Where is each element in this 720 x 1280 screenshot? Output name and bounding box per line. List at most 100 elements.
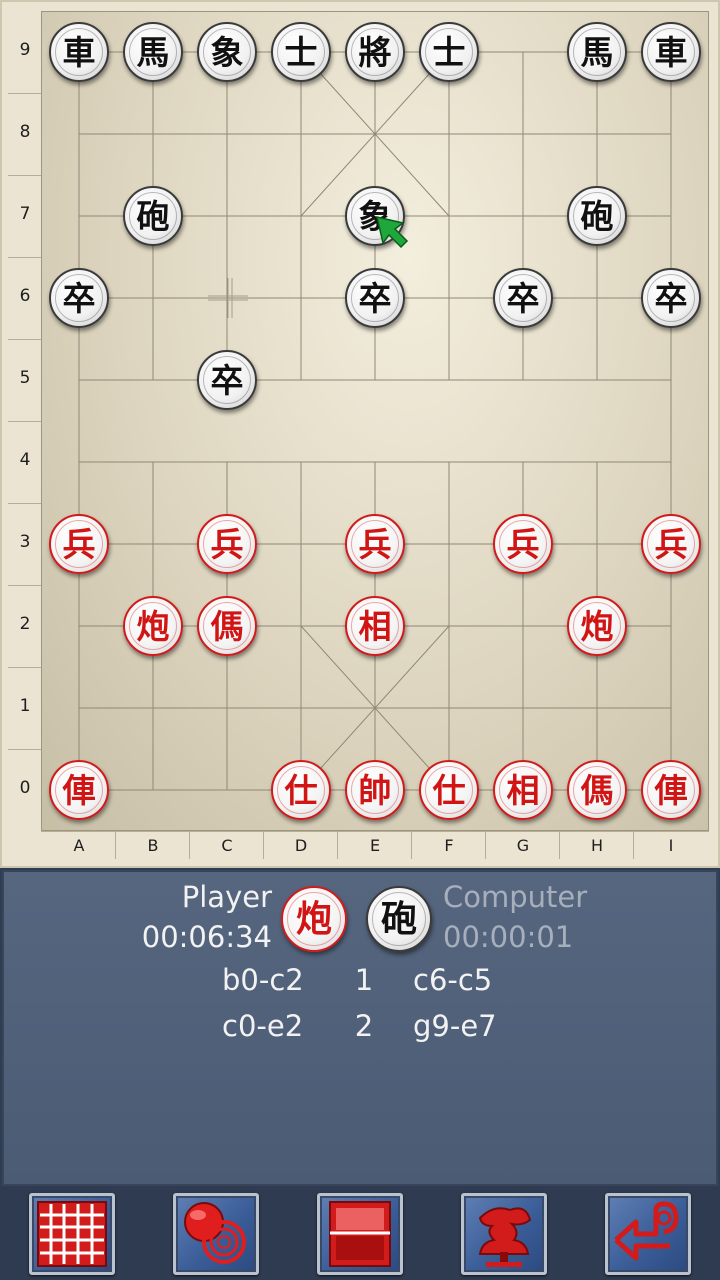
red-piece[interactable]: 相: [493, 760, 553, 820]
black-piece[interactable]: 車: [641, 22, 701, 82]
rank-label: 8: [19, 122, 31, 142]
board-grid: [78, 51, 672, 791]
black-piece[interactable]: 馬: [123, 22, 183, 82]
crosshair-marker-icon: [208, 278, 248, 318]
move-number-1: 1: [354, 963, 374, 997]
move-number-2: 2: [354, 1009, 374, 1043]
player-side-piece: 炮: [281, 886, 347, 952]
rank-label: 6: [19, 286, 31, 306]
black-piece[interactable]: 士: [271, 22, 331, 82]
file-label: G: [516, 836, 530, 855]
black-piece[interactable]: 砲: [567, 186, 627, 246]
black-piece[interactable]: 卒: [493, 268, 553, 328]
black-piece[interactable]: 馬: [567, 22, 627, 82]
file-divider: [115, 831, 116, 859]
rank-divider: [8, 421, 41, 422]
move-tree-button[interactable]: [461, 1193, 547, 1275]
piece-character: 仕: [284, 770, 318, 810]
piece-character: 士: [432, 32, 466, 72]
file-label: E: [369, 836, 381, 855]
window-icon: [329, 1201, 391, 1267]
rank-divider: [8, 667, 41, 668]
piece-character: 卒: [210, 360, 244, 400]
red-piece[interactable]: 俥: [641, 760, 701, 820]
board-view-button[interactable]: [317, 1193, 403, 1275]
piece-character: 相: [358, 606, 392, 646]
piece-character: 俥: [654, 770, 688, 810]
rank-label: 1: [19, 696, 31, 716]
black-piece[interactable]: 卒: [641, 268, 701, 328]
computer-clock: 00:00:01: [443, 920, 574, 954]
tree-icon: [478, 1207, 532, 1267]
menu-grid-button[interactable]: [29, 1193, 115, 1275]
red-piece[interactable]: 帥: [345, 760, 405, 820]
rank-label: 5: [19, 368, 31, 388]
red-piece[interactable]: 仕: [419, 760, 479, 820]
player-name: Player: [181, 880, 272, 914]
black-piece[interactable]: 卒: [345, 268, 405, 328]
rank-label: 3: [19, 532, 31, 552]
black-piece[interactable]: 象: [197, 22, 257, 82]
undo-button[interactable]: [605, 1193, 691, 1275]
piece-character: 將: [358, 32, 392, 72]
piece-character: 傌: [210, 606, 244, 646]
red-piece[interactable]: 兵: [345, 514, 405, 574]
red-piece[interactable]: 傌: [567, 760, 627, 820]
piece-character: 炮: [136, 606, 170, 646]
piece-character: 砲: [580, 196, 614, 236]
red-piece[interactable]: 炮: [123, 596, 183, 656]
piece-character: 馬: [580, 32, 614, 72]
rank-divider: [8, 257, 41, 258]
piece-character: 卒: [506, 278, 540, 318]
move-black-1: c6-c5: [413, 963, 493, 997]
piece-character: 馬: [136, 32, 170, 72]
computer-name: Computer: [443, 880, 588, 914]
black-piece[interactable]: 卒: [197, 350, 257, 410]
file-label: F: [444, 836, 454, 855]
piece-character: 象: [210, 32, 244, 72]
rank-divider: [8, 585, 41, 586]
player-clock: 00:06:34: [141, 920, 272, 954]
rank-label: 9: [19, 40, 31, 60]
red-piece[interactable]: 兵: [493, 514, 553, 574]
piece-character: 兵: [654, 524, 688, 564]
pieces-icon: [184, 1202, 246, 1264]
black-piece[interactable]: 將: [345, 22, 405, 82]
file-label: A: [73, 836, 85, 855]
black-piece[interactable]: 士: [419, 22, 479, 82]
player-side-piece-char: 炮: [295, 898, 332, 940]
new-game-button[interactable]: [173, 1193, 259, 1275]
red-piece[interactable]: 兵: [197, 514, 257, 574]
file-divider: [633, 831, 634, 859]
black-piece[interactable]: 卒: [49, 268, 109, 328]
piece-character: 相: [506, 770, 540, 810]
file-label: B: [147, 836, 159, 855]
piece-character: 卒: [358, 278, 392, 318]
red-piece[interactable]: 兵: [49, 514, 109, 574]
rank-label: 4: [19, 450, 31, 470]
piece-character: 士: [284, 32, 318, 72]
rank-label: 7: [19, 204, 31, 224]
red-piece[interactable]: 炮: [567, 596, 627, 656]
red-piece[interactable]: 兵: [641, 514, 701, 574]
move-black-2: g9-e7: [413, 1009, 497, 1043]
red-piece[interactable]: 傌: [197, 596, 257, 656]
red-piece[interactable]: 相: [345, 596, 405, 656]
file-divider: [337, 831, 338, 859]
grid-icon: [37, 1201, 107, 1267]
black-piece[interactable]: 車: [49, 22, 109, 82]
black-piece[interactable]: 砲: [123, 186, 183, 246]
piece-character: 兵: [62, 524, 96, 564]
rank-divider: [8, 339, 41, 340]
piece-character: 兵: [358, 524, 392, 564]
red-piece[interactable]: 俥: [49, 760, 109, 820]
piece-character: 砲: [136, 196, 170, 236]
move-cursor-arrow-icon: [375, 215, 409, 249]
piece-character: 仕: [432, 770, 466, 810]
piece-character: 傌: [580, 770, 614, 810]
red-piece[interactable]: 仕: [271, 760, 331, 820]
move-red-1: b0-c2: [222, 963, 304, 997]
file-divider: [559, 831, 560, 859]
piece-character: 俥: [62, 770, 96, 810]
piece-character: 卒: [62, 278, 96, 318]
